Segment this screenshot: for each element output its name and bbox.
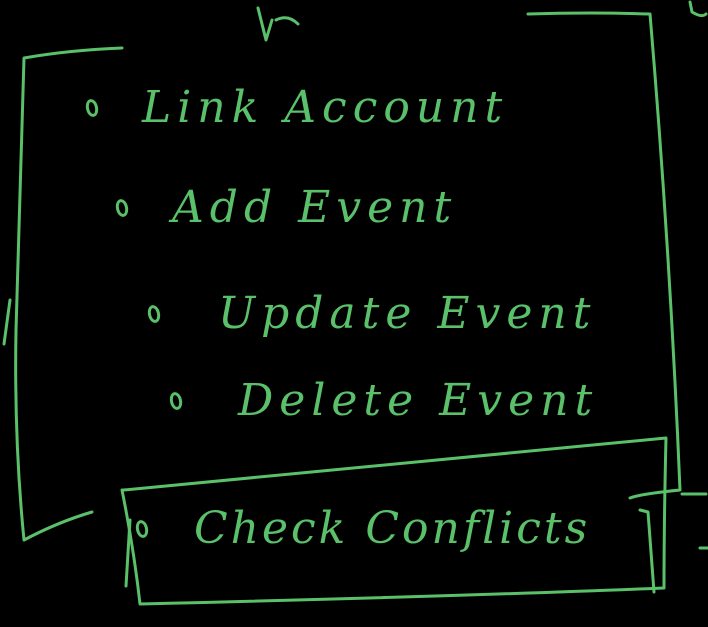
- list-item-label: Delete Event: [238, 375, 599, 426]
- bullet-icon: [84, 97, 100, 118]
- bullet-icon: [168, 390, 184, 411]
- list-item: Link Account: [84, 82, 509, 133]
- bullet-icon: [146, 303, 162, 324]
- highlighted-list-item: Check Conflicts: [134, 503, 591, 554]
- list-item: Add Event: [114, 182, 458, 233]
- highlighted-item-label: Check Conflicts: [194, 503, 591, 554]
- feature-list: Link Account Add Event Update Event Dele…: [0, 0, 708, 627]
- list-item: Delete Event: [168, 375, 599, 426]
- bullet-icon: [114, 197, 130, 218]
- whiteboard-canvas: Link Account Add Event Update Event Dele…: [0, 0, 708, 627]
- list-item-label: Link Account: [142, 82, 509, 133]
- list-item-label: Add Event: [172, 182, 458, 233]
- bullet-icon: [134, 518, 150, 539]
- list-item-label: Update Event: [218, 288, 597, 339]
- list-item: Update Event: [146, 288, 597, 339]
